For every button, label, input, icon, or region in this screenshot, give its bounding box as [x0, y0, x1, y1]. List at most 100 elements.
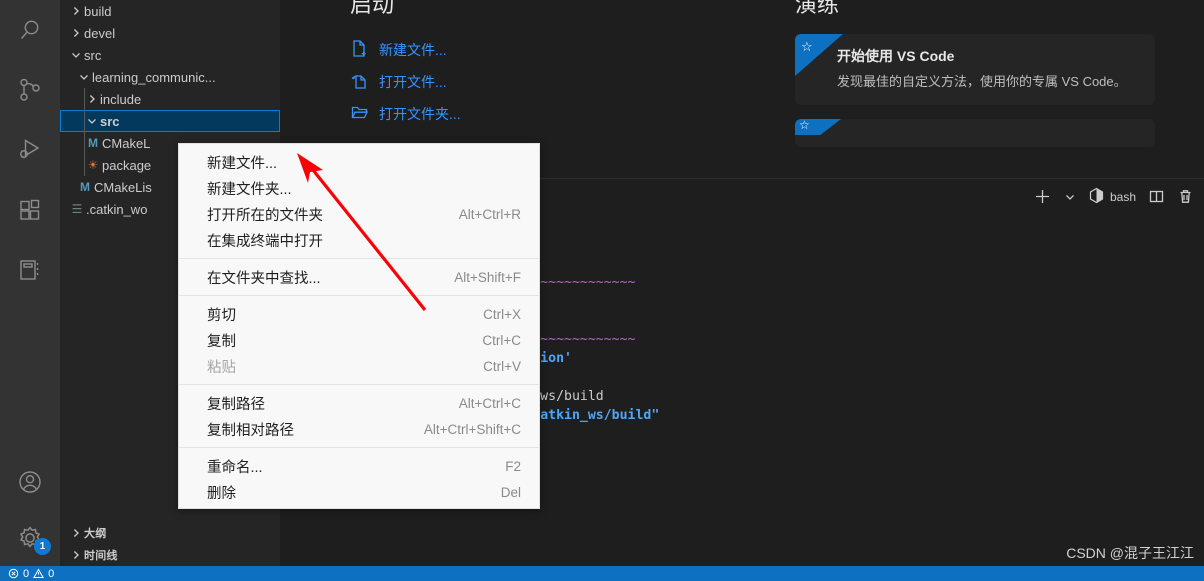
indent-guide — [84, 154, 85, 176]
chevron-down-icon[interactable] — [84, 115, 100, 127]
start-open-folder-label: 打开文件夹... — [379, 106, 461, 122]
status-problems[interactable]: 0 0 — [0, 568, 54, 580]
walkthrough-card-title: 开始使用 VS Code — [837, 48, 955, 64]
activity-item-settings[interactable]: 1 — [0, 510, 60, 566]
start-new-file-label: 新建文件... — [379, 42, 447, 58]
status-bar: 0 0 — [0, 566, 1204, 581]
menu-item-shortcut: Alt+Ctrl+R — [458, 206, 521, 222]
chevron-right-icon[interactable] — [84, 93, 100, 105]
error-icon — [8, 568, 19, 579]
menu-item[interactable]: 新建文件夹... — [179, 175, 539, 201]
tree-item-include[interactable]: include — [60, 88, 280, 110]
menu-item[interactable]: 复制相对路径 Alt+Ctrl+Shift+C — [179, 416, 539, 442]
menu-item-label: 新建文件... — [207, 155, 278, 172]
chevron-right-icon — [68, 527, 84, 539]
menu-item-label: 粘贴 — [207, 359, 236, 376]
warning-icon — [33, 568, 45, 579]
menu-item-shortcut: Del — [500, 484, 521, 500]
menu-item-label: 新建文件夹... — [207, 181, 292, 198]
chevron-right-icon[interactable] — [68, 5, 84, 17]
tree-item-label: src — [100, 113, 120, 129]
tree-item-label: CMakeLis — [94, 179, 152, 195]
start-open-file[interactable]: 打开文件... — [350, 66, 720, 98]
tree-item-src[interactable]: src — [60, 44, 280, 66]
menu-item[interactable]: 新建文件... — [179, 149, 539, 175]
activity-item-source-control[interactable] — [0, 60, 60, 120]
menu-item[interactable]: 在文件夹中查找... Alt+Shift+F — [179, 264, 539, 290]
chevron-down-icon[interactable] — [1060, 185, 1080, 209]
tree-item-learning_communic[interactable]: learning_communic... — [60, 66, 280, 88]
source-control-icon — [17, 77, 43, 103]
indent-guide — [84, 132, 85, 154]
tree-item-label: build — [84, 3, 112, 19]
activity-item-account[interactable] — [0, 454, 60, 510]
tree-item-build[interactable]: build — [60, 0, 280, 22]
sidebar-section-timeline[interactable]: 时间线 — [60, 544, 280, 566]
menu-item-shortcut: Alt+Ctrl+C — [458, 395, 521, 411]
start-open-file-label: 打开文件... — [379, 74, 447, 90]
tree-item-label: src — [84, 47, 102, 63]
cmake-icon: M — [80, 180, 90, 194]
sidebar-bottom-sections: 大纲 时间线 — [60, 522, 280, 566]
extensions-icon — [17, 197, 43, 223]
menu-item[interactable]: 打开所在的文件夹 Alt+Ctrl+R — [179, 201, 539, 227]
menu-item-shortcut: Ctrl+C — [482, 332, 521, 348]
menu-item[interactable]: 重命名... F2 — [179, 453, 539, 479]
menu-separator — [179, 447, 539, 448]
sidebar-section-outline-label: 大纲 — [84, 528, 107, 540]
walkthrough-card-next[interactable]: ☆ — [795, 119, 1155, 147]
search-icon — [17, 17, 43, 43]
watermark-text: CSDN @混子王江江 — [1066, 545, 1194, 561]
menu-item-shortcut: Ctrl+X — [483, 306, 521, 322]
menu-item[interactable]: 剪切 Ctrl+X — [179, 301, 539, 327]
star-icon: ☆ — [799, 119, 810, 132]
start-new-file[interactable]: 新建文件... — [350, 34, 720, 66]
start-open-folder[interactable]: 打开文件夹... — [350, 98, 720, 130]
new-terminal-icon[interactable] — [1029, 185, 1056, 209]
menu-item-label: 删除 — [207, 485, 236, 502]
activity-item-notebook[interactable] — [0, 240, 60, 300]
terminal-shell-selector[interactable]: bash — [1084, 185, 1140, 209]
start-section-title: 启动 — [350, 0, 395, 17]
menu-item[interactable]: 删除 Del — [179, 479, 539, 505]
activity-item-search[interactable] — [0, 0, 60, 60]
tree-item-label: CMakeL — [102, 135, 151, 151]
cmake-icon: M — [88, 136, 98, 150]
trash-icon[interactable] — [1173, 185, 1198, 209]
menu-item[interactable]: 在集成终端中打开 — [179, 227, 539, 253]
open-file-icon — [350, 71, 369, 93]
split-terminal-icon[interactable] — [1144, 185, 1169, 209]
menu-separator — [179, 384, 539, 385]
menu-item[interactable]: 复制路径 Alt+Ctrl+C — [179, 390, 539, 416]
bash-icon — [1088, 187, 1105, 207]
tree-item-devel[interactable]: devel — [60, 22, 280, 44]
menu-item-shortcut: F2 — [505, 458, 521, 474]
activity-item-run-debug[interactable] — [0, 120, 60, 180]
vscode-window: 1 build devel src learning_communic...inclu… — [0, 0, 1204, 581]
sidebar-section-timeline-label: 时间线 — [84, 550, 118, 562]
tree-item-label: include — [100, 91, 142, 107]
menu-item-label: 在文件夹中查找... — [207, 270, 321, 287]
welcome-walkthrough-column: 演练 ☆ 开始使用 VS Code 发现最佳的自定义方法，使用你的专属 VS C… — [720, 0, 1204, 178]
explorer-context-menu[interactable]: 新建文件... 新建文件夹... 打开所在的文件夹 Alt+Ctrl+R 在集成终端中打… — [178, 143, 540, 509]
menu-item[interactable]: 复制 Ctrl+C — [179, 327, 539, 353]
chevron-right-icon[interactable] — [68, 27, 84, 39]
tree-item-label: .catkin_wo — [86, 201, 148, 217]
menu-item-label: 重命名... — [207, 459, 263, 476]
walkthrough-card-description: 发现最佳的自定义方法，使用你的专属 VS Code。 — [837, 74, 1127, 89]
walkthrough-card-getting-started[interactable]: ☆ 开始使用 VS Code 发现最佳的自定义方法，使用你的专属 VS Code… — [795, 34, 1155, 105]
tree-item-src[interactable]: src — [60, 110, 280, 132]
open-folder-icon — [350, 103, 369, 125]
chevron-right-icon — [68, 549, 84, 561]
run-debug-icon — [17, 137, 43, 163]
menu-item-label: 复制路径 — [207, 396, 265, 413]
chevron-down-icon[interactable] — [76, 71, 92, 83]
chevron-down-icon[interactable] — [68, 49, 84, 61]
menu-item-label: 打开所在的文件夹 — [207, 207, 323, 224]
walkthrough-section-title: 演练 — [795, 0, 840, 17]
error-count: 0 — [23, 567, 30, 580]
activity-bar: 1 — [0, 0, 60, 566]
sidebar-section-outline[interactable]: 大纲 — [60, 522, 280, 544]
activity-item-extensions[interactable] — [0, 180, 60, 240]
menu-separator — [179, 295, 539, 296]
